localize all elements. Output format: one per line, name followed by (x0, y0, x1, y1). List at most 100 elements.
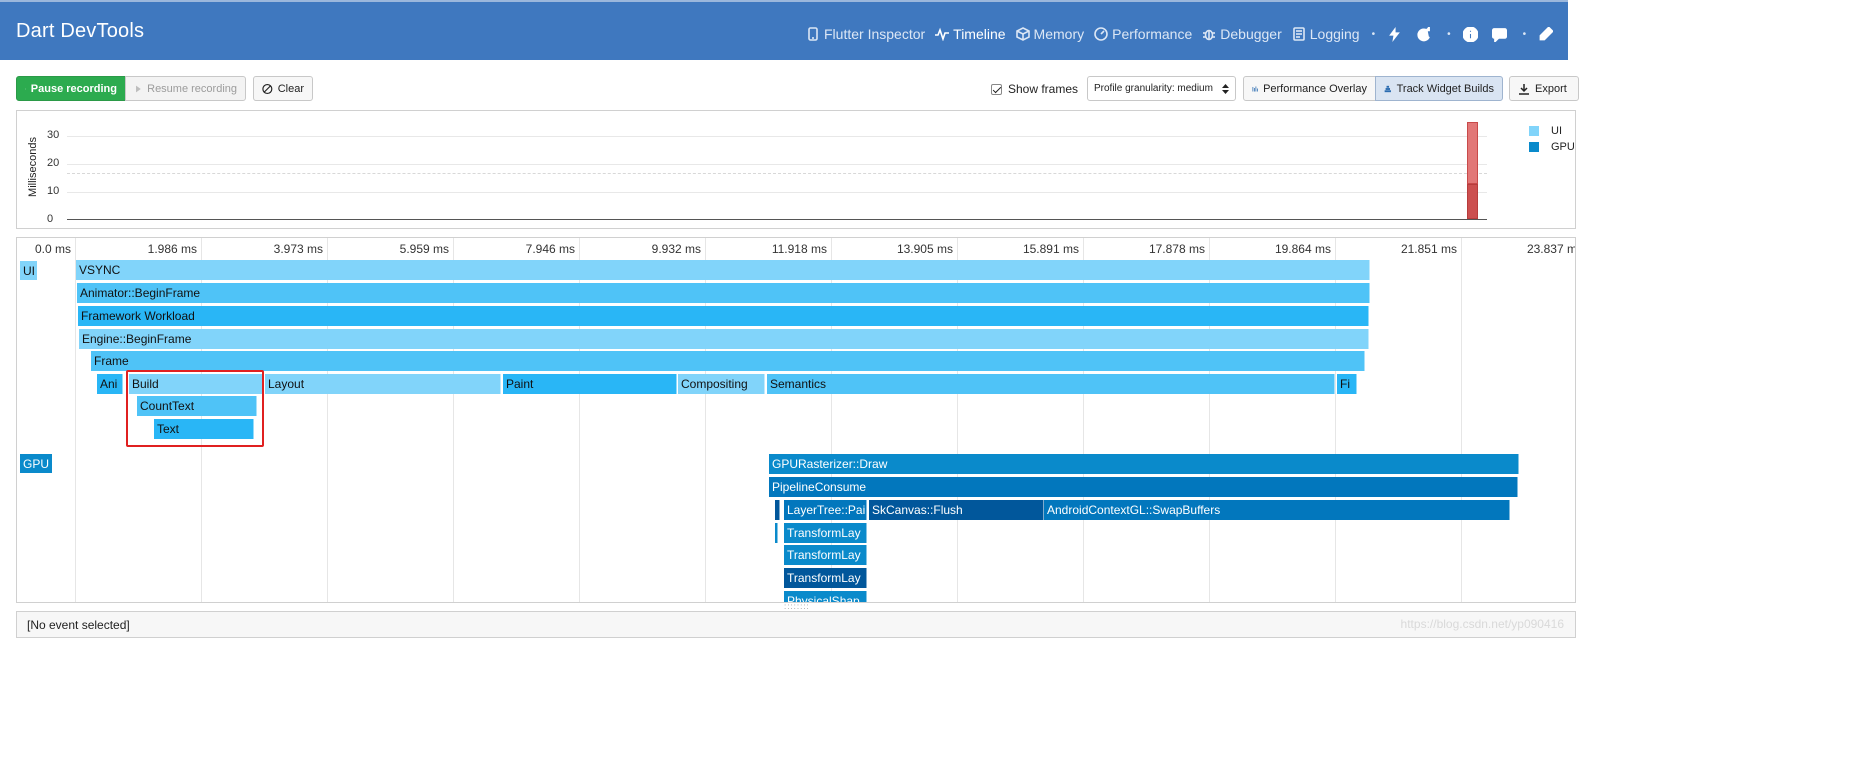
timeline-event[interactable]: Animator::BeginFrame (77, 283, 1370, 303)
bug-icon (1203, 29, 1216, 41)
grid-line (1461, 238, 1462, 602)
time-label: 0.0 ms (34, 242, 71, 256)
nav-separator: • (1371, 28, 1376, 40)
bar-chart-icon (1252, 85, 1258, 92)
frame-bar-gpu[interactable] (1467, 184, 1478, 219)
frame-bar-ui[interactable] (1467, 122, 1478, 184)
time-label: 15.891 ms (1022, 242, 1079, 256)
time-label: 5.959 ms (399, 242, 449, 256)
restart-icon (1417, 26, 1431, 41)
log-icon (1292, 27, 1305, 41)
feedback-button[interactable] (1491, 27, 1507, 42)
tab-debugger[interactable]: Debugger (1202, 26, 1282, 42)
pause-icon (25, 88, 26, 89)
legend-label: UI (1551, 125, 1562, 137)
button-label: Track Widget Builds (1396, 82, 1494, 95)
resume-recording-button[interactable]: Resume recording (125, 76, 246, 101)
timeline-event[interactable]: SkCanvas::Flush (869, 500, 1044, 520)
tab-flutter-inspector[interactable]: Flutter Inspector (806, 26, 925, 42)
timeline-event[interactable]: TransformLay (784, 545, 867, 565)
hot-restart-button[interactable] (1416, 26, 1431, 42)
time-label: 7.946 ms (525, 242, 575, 256)
timeline-event[interactable]: Ani (97, 374, 123, 394)
layers-icon (1384, 85, 1391, 92)
y-tick: 20 (47, 157, 60, 169)
resize-handle[interactable]: :::::::: (784, 602, 810, 611)
timeline-event[interactable]: Layout (265, 374, 501, 394)
button-label: Export (1535, 82, 1567, 95)
grid-line (67, 192, 1487, 193)
gauge-icon (1094, 27, 1108, 41)
track-widget-builds-button[interactable]: Track Widget Builds (1375, 76, 1503, 101)
timeline-event[interactable]: Engine::BeginFrame (79, 329, 1369, 349)
timeline-event[interactable]: Paint (503, 374, 677, 394)
button-label: Resume recording (147, 82, 237, 95)
timeline-event[interactable]: AndroidContextGL::SwapBuffers (1044, 500, 1510, 520)
hot-reload-button[interactable] (1387, 26, 1402, 42)
selected-event-text: [No event selected] (27, 618, 130, 632)
y-tick: 0 (47, 213, 54, 225)
tab-label: Timeline (953, 26, 1006, 42)
nav-separator: • (1447, 28, 1451, 40)
time-label: 21.851 ms (1400, 242, 1457, 256)
timeline-event[interactable]: Build (129, 374, 263, 394)
tab-performance[interactable]: Performance (1094, 26, 1192, 42)
profile-granularity-select[interactable]: Profile granularity: medium (1087, 76, 1236, 101)
time-label: 9.932 ms (651, 242, 701, 256)
button-label: Pause recording (30, 82, 117, 95)
timeline-event[interactable]: Fi (1337, 374, 1357, 394)
watermark: https://blog.csdn.net/yp090416 (1400, 617, 1564, 631)
main-nav: Flutter Inspector Timeline Memory Perfor… (806, 21, 1567, 47)
timeline-event[interactable]: Framework Workload (78, 306, 1369, 326)
debug-paint-toggle[interactable] (1538, 26, 1554, 42)
tab-label: Flutter Inspector (824, 26, 926, 42)
legend-swatch (1529, 142, 1539, 152)
timeline-event[interactable]: LayerTree::Pai (784, 500, 867, 520)
pause-recording-button[interactable]: Pause recording (16, 76, 126, 101)
app-title: Dart DevTools (16, 20, 145, 42)
legend-label: GPU (1551, 141, 1575, 153)
tab-label: Debugger (1220, 26, 1282, 42)
export-button[interactable]: Export (1509, 76, 1579, 101)
timeline-flame-chart[interactable]: 0.0 ms 1.986 ms 3.973 ms 5.959 ms 7.946 … (16, 237, 1576, 603)
timeline-event[interactable]: VSYNC (76, 260, 1370, 280)
time-label: 19.864 ms (1274, 242, 1331, 256)
performance-overlay-toggle[interactable] (1462, 26, 1478, 42)
timeline-event[interactable]: Semantics (767, 374, 1335, 394)
y-tick: 30 (47, 129, 60, 141)
timeline-event[interactable]: CountText (137, 396, 257, 416)
brush-icon (1539, 26, 1554, 40)
tab-memory[interactable]: Memory (1015, 26, 1084, 42)
clear-button[interactable]: Clear (253, 76, 313, 101)
timeline-event[interactable] (775, 523, 778, 543)
timeline-event[interactable]: GPURasterizer::Draw (769, 454, 1519, 474)
tab-logging[interactable]: Logging (1292, 26, 1360, 42)
button-label: Performance Overlay (1263, 82, 1367, 95)
ui-section-label: UI (20, 261, 37, 280)
show-frames-toggle[interactable]: Show frames (991, 82, 1078, 96)
app-header: Dart DevTools Flutter Inspector Timeline… (0, 0, 1568, 60)
timeline-event[interactable]: PipelineConsume (769, 477, 1518, 497)
time-label: 13.905 ms (896, 242, 953, 256)
tab-timeline[interactable]: Timeline (935, 26, 1006, 42)
nav-separator: • (1522, 28, 1527, 40)
timeline-event[interactable]: TransformLay (784, 523, 867, 543)
timeline-event[interactable] (775, 500, 780, 520)
sort-arrows-icon (1222, 83, 1229, 94)
show-frames-checkbox[interactable] (991, 83, 1002, 95)
target-frame-line (67, 173, 1487, 174)
legend-item-ui: UI (1529, 123, 1575, 139)
legend-swatch (1529, 126, 1539, 136)
timeline-event[interactable]: Text (154, 419, 254, 439)
time-label: 23.837 ms (1526, 242, 1576, 256)
time-label: 3.973 ms (273, 242, 323, 256)
performance-overlay-button[interactable]: Performance Overlay (1243, 76, 1376, 101)
timeline-event[interactable]: TransformLay (784, 568, 867, 588)
select-value: Profile granularity: medium (1094, 83, 1213, 94)
grid-line (75, 238, 76, 602)
timeline-event[interactable]: Compositing (678, 374, 765, 394)
frame-legend: UI GPU (1529, 123, 1575, 155)
grid-line (67, 164, 1487, 165)
y-tick: 10 (47, 185, 60, 197)
timeline-event[interactable]: Frame (91, 351, 1365, 371)
